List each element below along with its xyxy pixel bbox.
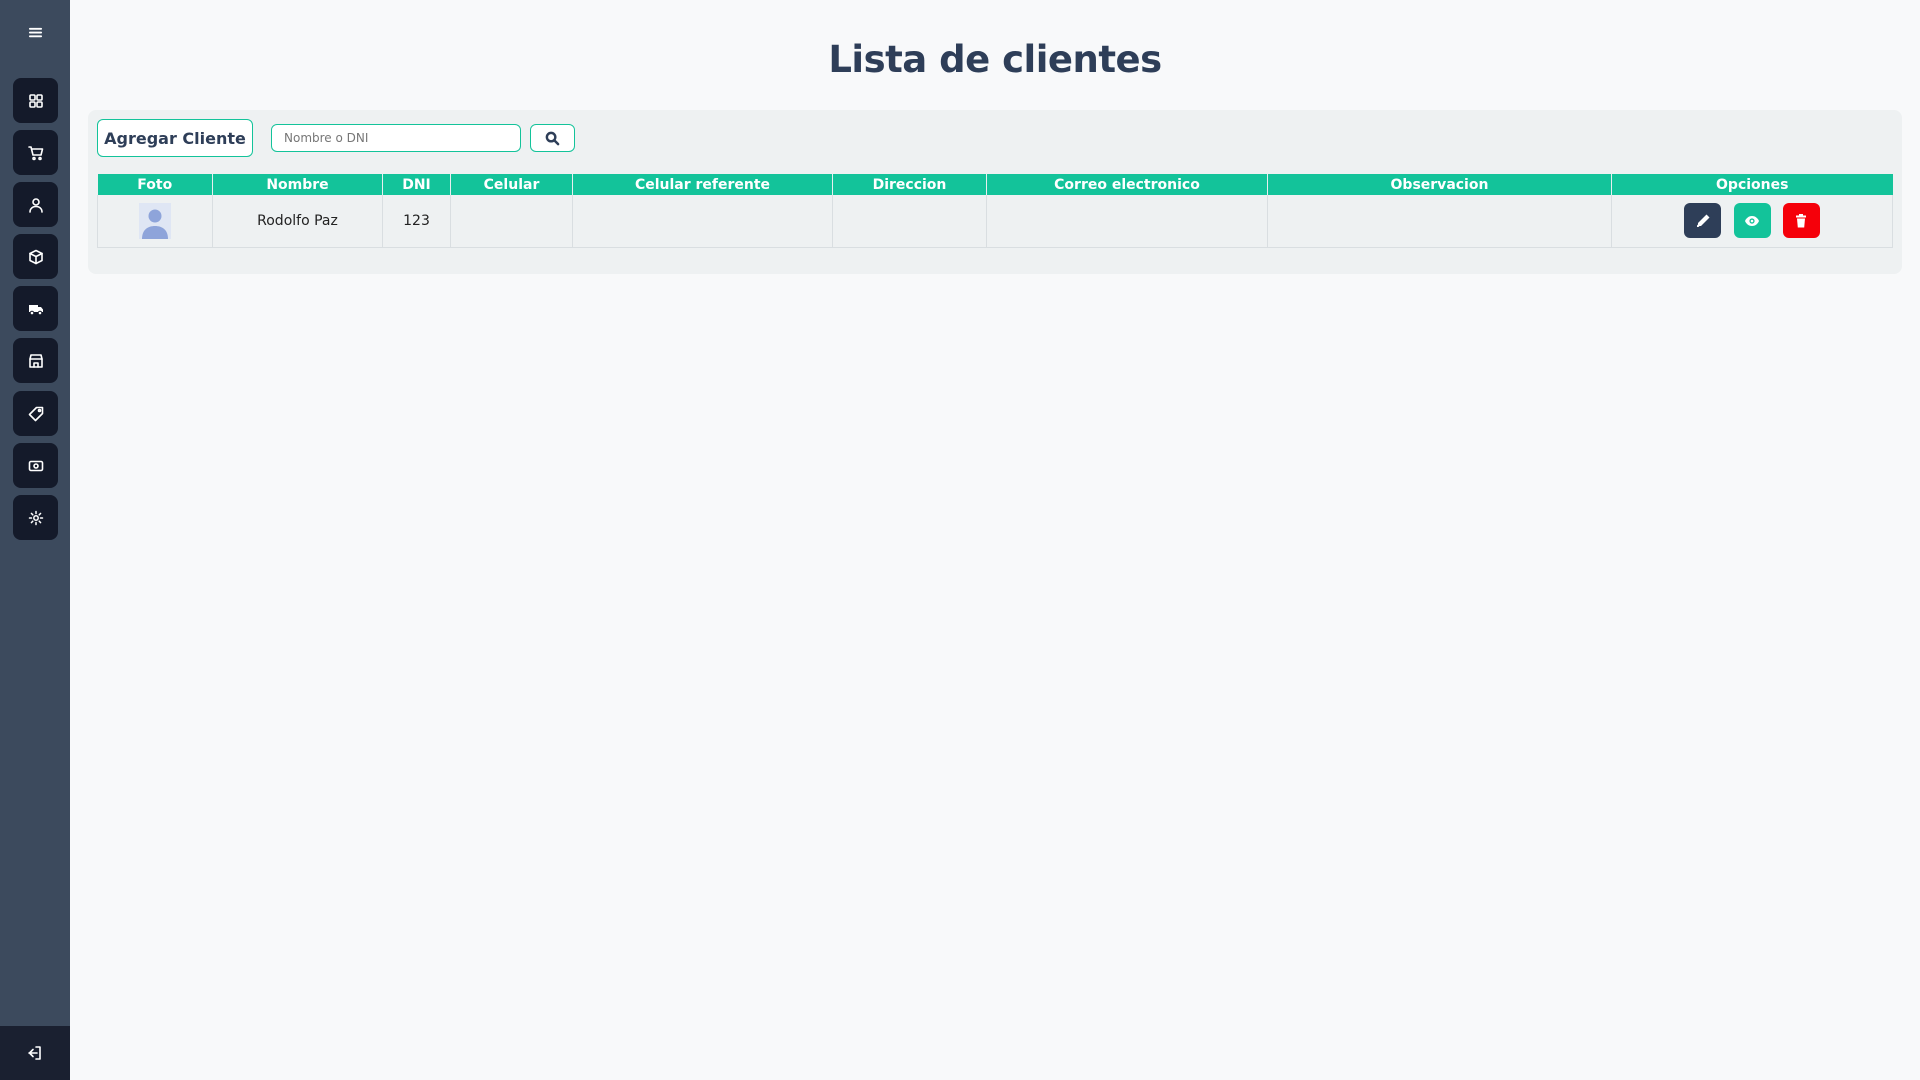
sidebar: [0, 0, 70, 1080]
sidebar-item-products[interactable]: [13, 234, 58, 279]
search-input[interactable]: [271, 124, 521, 152]
column-header: Celular referente: [572, 174, 833, 195]
column-header: Opciones: [1611, 174, 1893, 195]
cell-nombre: Rodolfo Paz: [212, 195, 383, 248]
logout-button[interactable]: [0, 1026, 70, 1080]
eye-icon: [1745, 215, 1759, 226]
edit-button[interactable]: [1684, 203, 1722, 239]
cell-celular: [450, 195, 573, 248]
sidebar-item-clients[interactable]: [13, 182, 58, 227]
logout-icon: [28, 1046, 41, 1060]
sidebar-item-settings[interactable]: [13, 495, 58, 540]
table-row: Rodolfo Paz 123: [97, 195, 1893, 248]
search-button[interactable]: [530, 124, 575, 152]
cell-direccion: [832, 195, 987, 248]
cell-opciones: [1611, 195, 1893, 248]
cell-correo: [986, 195, 1268, 248]
hamburger-icon: [28, 27, 42, 37]
column-header: Direccion: [832, 174, 987, 195]
truck-icon: [28, 304, 43, 315]
column-header: Nombre: [212, 174, 383, 195]
sidebar-item-delivery[interactable]: [13, 286, 58, 331]
column-header: Correo electronico: [986, 174, 1268, 195]
cart-icon: [27, 145, 43, 160]
store-icon: [28, 353, 43, 368]
sidebar-item-sales[interactable]: [13, 130, 58, 175]
cell-observacion: [1267, 195, 1612, 248]
money-icon: [28, 460, 43, 471]
page-title: Lista de clientes: [828, 38, 1162, 81]
sidebar-item-cash[interactable]: [13, 443, 58, 488]
column-header: DNI: [382, 174, 451, 195]
search-icon: [545, 131, 560, 145]
cell-celular-referente: [572, 195, 833, 248]
column-header: Celular: [450, 174, 573, 195]
delete-button[interactable]: [1782, 203, 1820, 239]
add-client-button[interactable]: Agregar Cliente: [97, 119, 253, 157]
sidebar-item-tags[interactable]: [13, 391, 58, 436]
clients-table: Foto Nombre DNI Celular Celular referent…: [97, 174, 1893, 248]
column-header: Foto: [97, 174, 213, 195]
tag-icon: [28, 406, 43, 421]
cell-dni: 123: [382, 195, 451, 248]
cell-foto: [97, 195, 213, 248]
trash-icon: [1796, 213, 1807, 228]
column-header: Observacion: [1267, 174, 1612, 195]
sidebar-item-store[interactable]: [13, 338, 58, 383]
menu-toggle-button[interactable]: [0, 14, 70, 50]
pencil-icon: [1696, 214, 1710, 227]
box-icon: [28, 249, 43, 264]
table-header-row: Foto Nombre DNI Celular Celular referent…: [97, 174, 1893, 195]
view-button[interactable]: [1733, 203, 1771, 239]
sidebar-item-dashboard[interactable]: [13, 78, 58, 123]
gear-icon: [28, 510, 43, 525]
clients-panel: Agregar Cliente Foto Nombre DNI Celular …: [88, 110, 1902, 274]
avatar-placeholder-icon: [139, 202, 171, 239]
grid-icon: [28, 93, 43, 108]
user-icon: [28, 197, 43, 213]
